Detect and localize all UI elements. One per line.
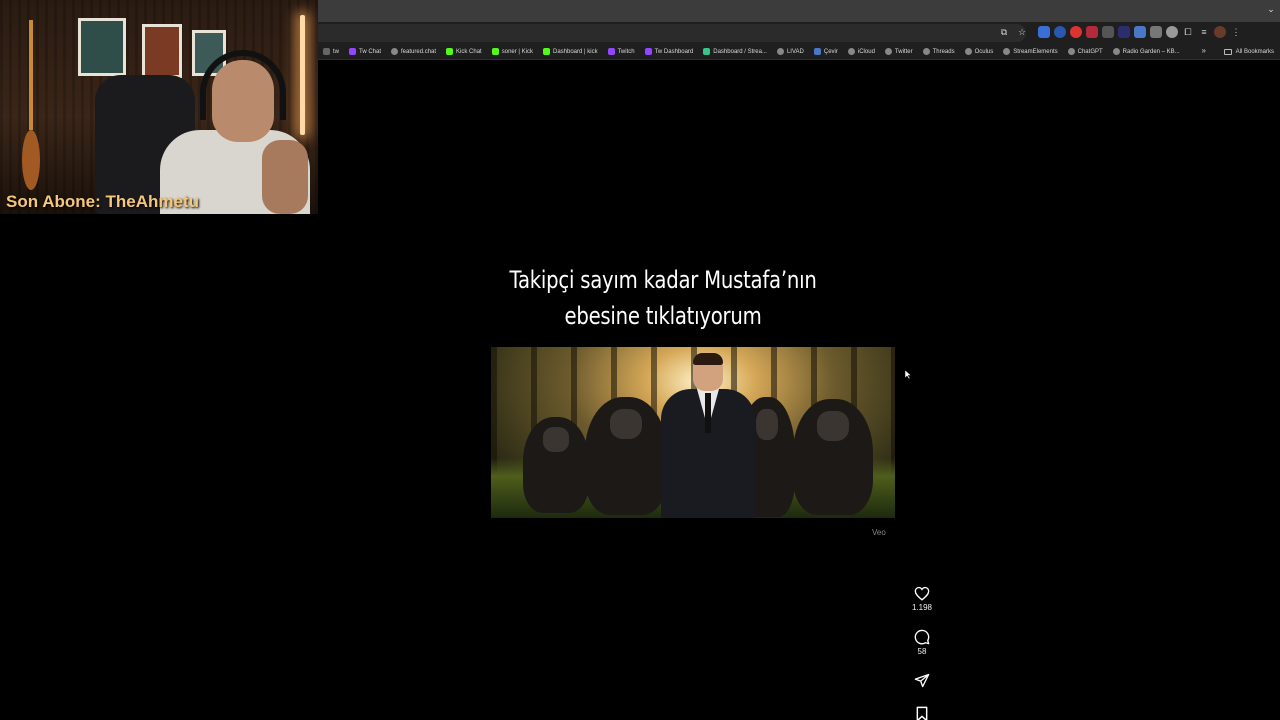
share-action [906, 673, 938, 688]
bookmark-item[interactable]: StreamElements [998, 45, 1062, 59]
shield-icon[interactable] [1166, 26, 1178, 38]
bookmark-icon[interactable] [915, 706, 929, 720]
veo-watermark: Veo [872, 528, 886, 537]
twitch-icon [349, 48, 356, 55]
globe-icon [922, 48, 930, 55]
bookmark-star-icon[interactable]: ☆ [1016, 26, 1028, 38]
chevron-down-icon[interactable]: ⌄ [1266, 4, 1276, 14]
bookmark-item[interactable]: iCloud [843, 45, 880, 59]
extension-icon[interactable] [1102, 26, 1114, 38]
gorilla [523, 417, 589, 513]
neon-light [300, 15, 305, 135]
globe-icon [776, 48, 784, 55]
bookmark-item[interactable]: Tw Chat [344, 45, 386, 59]
latest-subscriber-label: Son Abone: TheAhmetu [6, 192, 199, 211]
address-bar[interactable] [318, 24, 1026, 42]
bookmark-item[interactable]: Kick Chat [441, 45, 487, 59]
bookmark-item[interactable]: ChatGPT [1063, 45, 1108, 59]
bookmark-item[interactable]: Radio Garden – KB... [1108, 45, 1185, 59]
globe-icon [884, 48, 892, 55]
extension-icon[interactable] [1086, 26, 1098, 38]
kick-icon [446, 48, 454, 55]
bookmark-item[interactable]: LIVAD [772, 45, 809, 59]
send-icon[interactable] [914, 673, 930, 688]
globe-icon [1003, 48, 1011, 55]
post-title-line: ebesine tıklatıyorum [564, 302, 762, 330]
bookmarks-overflow-button[interactable]: » [1202, 46, 1206, 55]
like-count: 1.198 [911, 603, 933, 612]
browser-toolbar: ⧉ ☆ ⧠ ≡ ⋮ [318, 22, 1280, 44]
folder-icon [1223, 49, 1232, 55]
profile-avatar[interactable] [1214, 26, 1226, 38]
globe-icon [1112, 48, 1120, 55]
browser-tab-strip: ⌄ [318, 0, 1280, 22]
bookmark-item[interactable]: Tw Dashboard [640, 45, 699, 59]
man-in-suit [661, 353, 755, 518]
post-title: Takipçi sayım kadar Mustafa’nın ebesine … [505, 262, 822, 334]
globe-icon [391, 48, 399, 55]
bookmark-item[interactable]: Dashboard / Strea... [698, 45, 772, 59]
wall-picture [78, 18, 126, 76]
globe-icon [847, 48, 855, 55]
post-video[interactable] [491, 347, 895, 518]
globe-icon [1067, 48, 1075, 55]
extension-icon[interactable] [1038, 26, 1050, 38]
streamer-arm [262, 140, 308, 214]
streamelements-icon [703, 48, 711, 55]
bookmark-item[interactable]: Twitch [603, 45, 640, 59]
kick-icon [491, 48, 499, 55]
install-app-icon[interactable]: ⧉ [998, 26, 1010, 38]
kick-icon [542, 48, 550, 55]
extensions-bar: ⧠ ≡ ⋮ [1038, 26, 1242, 38]
wall-picture [142, 24, 182, 78]
extension-icon[interactable] [1054, 26, 1066, 38]
menu-kebab-icon[interactable]: ⋮ [1230, 26, 1242, 38]
twitch-icon [607, 48, 615, 55]
media-controls-icon[interactable]: ≡ [1198, 26, 1210, 38]
gorilla [585, 397, 667, 515]
all-bookmarks-button[interactable]: All Bookmarks [1223, 45, 1274, 59]
mouse-cursor-icon [905, 370, 911, 379]
bookmarks-bar: tw Tw Chat featured.chat Kick Chat soner… [318, 44, 1280, 60]
bookmark-item[interactable]: Çevir [809, 45, 843, 59]
globe-icon [964, 48, 972, 55]
bookmark-item[interactable]: soner | Kick [487, 45, 538, 59]
extension-icon[interactable] [1118, 26, 1130, 38]
bookmark-item[interactable]: Dashboard | kick [538, 45, 603, 59]
bookmark-item[interactable]: Threads [918, 45, 960, 59]
comment-action: 58 [906, 629, 938, 657]
translate-icon [813, 48, 821, 55]
gorilla [793, 399, 873, 515]
like-action: 1.198 [906, 586, 938, 613]
post-title-line: Takipçi sayım kadar Mustafa’nın [509, 266, 817, 294]
webcam-overlay: Son Abone: TheAhmetu [0, 0, 318, 214]
twitch-icon [644, 48, 652, 55]
bookmark-item[interactable]: tw [318, 45, 344, 59]
bookmark-item[interactable]: Twitter [880, 45, 918, 59]
guitar [22, 20, 40, 190]
extension-icon[interactable] [1134, 26, 1146, 38]
puzzle-icon[interactable]: ⧠ [1182, 26, 1194, 38]
globe-icon [323, 48, 330, 55]
comment-count: 58 [917, 647, 927, 656]
extension-icon[interactable] [1070, 26, 1082, 38]
heart-icon[interactable] [914, 586, 930, 601]
extension-icon[interactable] [1150, 26, 1162, 38]
bookmark-item[interactable]: Oculus [960, 45, 999, 59]
bookmark-item[interactable]: featured.chat [386, 45, 441, 59]
save-action [906, 706, 938, 720]
comment-icon[interactable] [914, 629, 930, 645]
post-actions: 1.198 58 [906, 586, 938, 720]
